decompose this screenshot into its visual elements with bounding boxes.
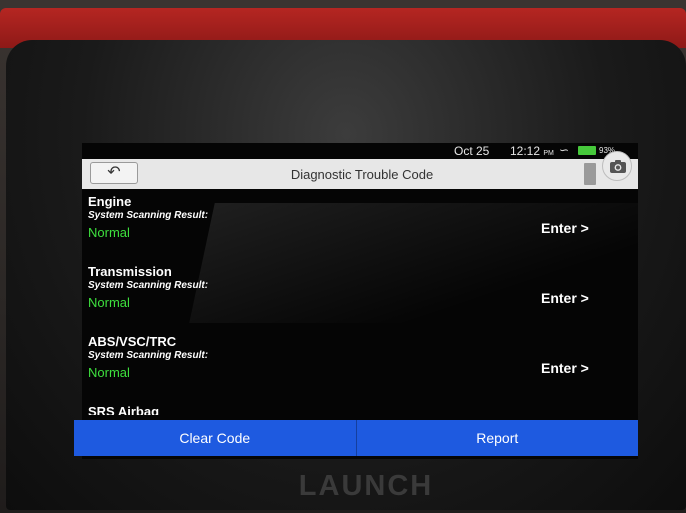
enter-button-abs[interactable]: Enter >: [541, 360, 589, 376]
status-time: 12:12 PM: [510, 144, 554, 158]
system-name: SRS Airbag: [88, 405, 160, 415]
enter-button-transmission[interactable]: Enter >: [541, 290, 589, 306]
document-icon[interactable]: [584, 163, 596, 185]
status-date: Oct 25: [454, 144, 490, 158]
camera-button[interactable]: [602, 151, 632, 181]
list-item-transmission: Transmission System Scanning Result: Nor…: [88, 265, 628, 335]
list-item-srs-airbag[interactable]: SRS Airbag: [88, 405, 628, 415]
device-screen: Oct 25 12:12 PM ∽ 93% ↶ Diagnostic Troub…: [82, 143, 638, 459]
back-arrow-icon: ↶: [107, 164, 121, 181]
report-button[interactable]: Report: [357, 420, 639, 456]
list-item-engine: Engine System Scanning Result: Normal En…: [88, 195, 628, 265]
clear-code-button[interactable]: Clear Code: [74, 420, 356, 456]
wifi-icon: ∽: [559, 143, 570, 157]
system-name: Engine: [88, 194, 132, 209]
camera-icon: [610, 160, 626, 173]
device-brand-logo: LAUNCH: [298, 470, 434, 502]
battery-icon: [578, 146, 596, 155]
system-name: Transmission: [88, 264, 172, 279]
action-bar: Clear Code Report: [74, 420, 638, 456]
system-list: Engine System Scanning Result: Normal En…: [88, 195, 628, 416]
status-bar: Oct 25 12:12 PM ∽ 93%: [82, 143, 638, 158]
title-bar: ↶ Diagnostic Trouble Code: [82, 159, 638, 189]
enter-button-engine[interactable]: Enter >: [541, 220, 589, 236]
back-button[interactable]: ↶: [90, 162, 138, 184]
system-name: ABS/VSC/TRC: [88, 334, 177, 349]
list-item-abs: ABS/VSC/TRC System Scanning Result: Norm…: [88, 335, 628, 405]
page-title: Diagnostic Trouble Code: [290, 167, 434, 182]
